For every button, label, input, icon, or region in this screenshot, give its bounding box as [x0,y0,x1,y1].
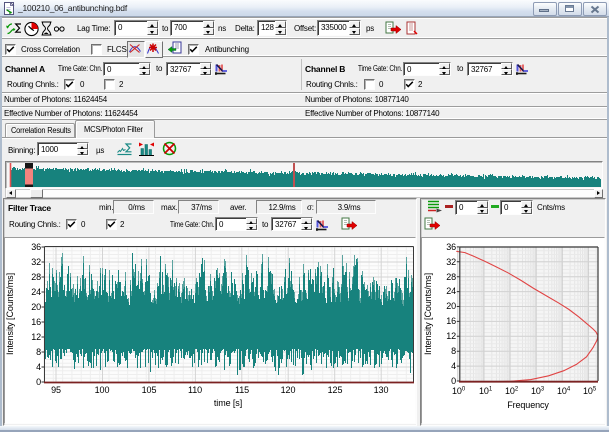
svg-text:16: 16 [31,317,41,327]
svg-text:0: 0 [36,377,41,387]
svg-text:105: 105 [583,386,597,396]
svg-text:125: 125 [328,385,343,395]
svg-text:12: 12 [31,332,41,342]
svg-text:8: 8 [36,347,41,357]
svg-text:95: 95 [51,385,61,395]
svg-text:24: 24 [31,287,41,297]
svg-text:36: 36 [446,242,456,252]
svg-text:24: 24 [446,286,456,296]
svg-text:12: 12 [446,331,456,341]
svg-text:4: 4 [451,361,456,371]
svg-text:20: 20 [446,301,456,311]
svg-text:100: 100 [452,386,466,396]
svg-text:0: 0 [451,376,456,386]
svg-text:110: 110 [188,385,202,395]
svg-text:36: 36 [31,242,41,252]
svg-text:105: 105 [142,385,157,395]
svg-text:Intensity [Counts/ms]: Intensity [Counts/ms] [423,273,433,355]
svg-text:115: 115 [235,385,249,395]
svg-text:8: 8 [451,346,456,356]
svg-text:16: 16 [446,316,456,326]
svg-text:104: 104 [557,386,571,396]
svg-text:100: 100 [95,385,110,395]
svg-text:103: 103 [531,386,545,396]
svg-text:28: 28 [31,272,41,282]
svg-text:Frequency: Frequency [507,400,549,410]
svg-text:101: 101 [479,386,493,396]
svg-text:32: 32 [446,257,456,267]
svg-text:102: 102 [505,386,519,396]
svg-text:time [s]: time [s] [214,398,242,408]
svg-text:4: 4 [36,362,41,372]
svg-text:20: 20 [31,302,41,312]
svg-text:120: 120 [281,385,296,395]
svg-text:28: 28 [446,272,456,282]
svg-text:32: 32 [31,257,41,267]
svg-text:Intensity [Counts/ms]: Intensity [Counts/ms] [5,273,15,355]
svg-text:130: 130 [374,385,389,395]
